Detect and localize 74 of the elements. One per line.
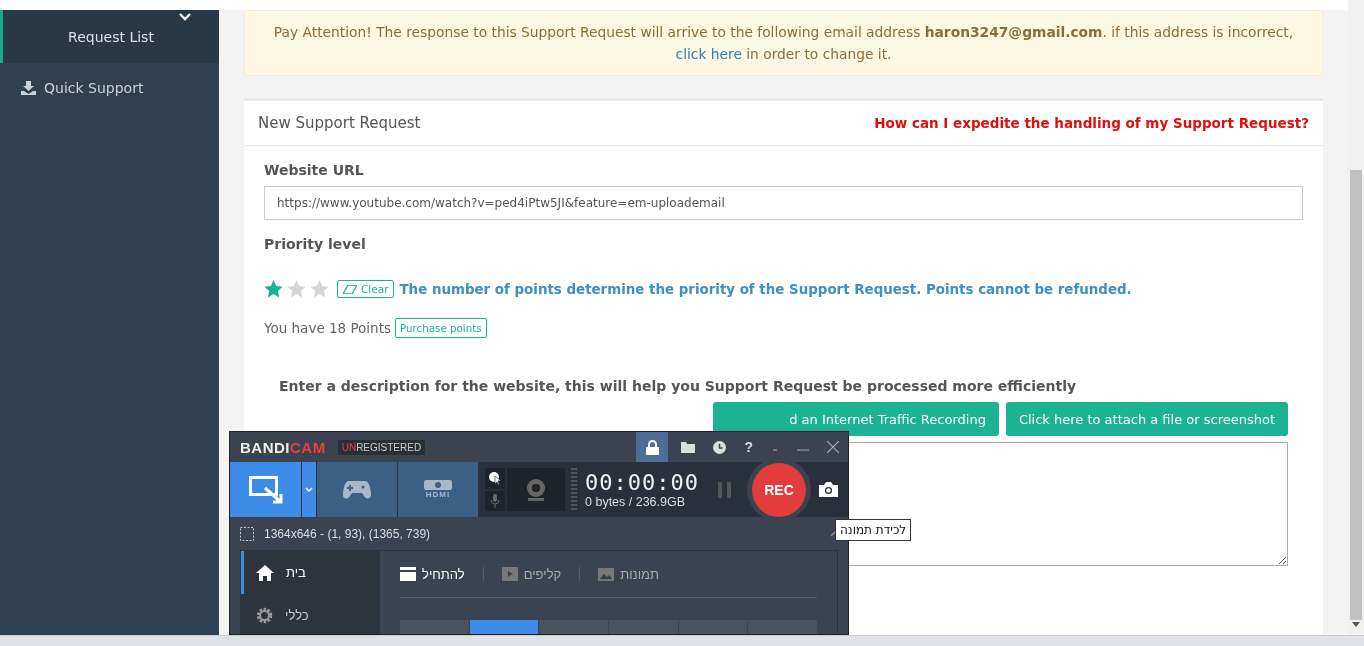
game-mode-button[interactable] — [317, 462, 397, 517]
change-email-link[interactable]: click here — [675, 46, 742, 62]
screen-mode-button[interactable] — [230, 462, 301, 517]
play-icon — [501, 567, 518, 581]
screen-region-icon — [248, 475, 283, 504]
grip-handle[interactable] — [571, 468, 577, 511]
chevron-down-icon — [305, 487, 313, 492]
hdmi-label: HDMI — [425, 490, 451, 499]
download-icon — [21, 81, 36, 95]
description-label: Enter a description for the website, this will help you Support Request be processed more efficiently — [279, 378, 1078, 394]
region-coordinates: 1364x646 - (1, 93), (1365, 739) — [264, 526, 431, 541]
card-title: New Support Request — [258, 114, 421, 132]
nav-item-label: כללי — [285, 608, 309, 623]
star-icon — [264, 280, 283, 298]
field-label: Priority level — [264, 236, 366, 252]
attach-file-button[interactable]: Click here to attach a file or screenshot — [1005, 402, 1288, 436]
pause-icon[interactable] — [717, 481, 733, 498]
tab-label: להתחיל — [422, 566, 465, 582]
region-select-icon — [240, 526, 254, 541]
nav-item[interactable]: כללי — [241, 594, 380, 634]
tab-label: קליפים — [523, 566, 562, 582]
eraser-icon — [343, 284, 357, 294]
scroll-down-icon[interactable] — [1352, 622, 1360, 627]
sidebar-item-label: Quick Support — [44, 80, 144, 96]
tab[interactable]: להתחיל — [400, 566, 465, 582]
lock-icon[interactable] — [636, 432, 669, 462]
mode-tile[interactable] — [609, 620, 678, 634]
record-button[interactable]: REC — [752, 462, 806, 517]
clock-icon[interactable] — [713, 440, 727, 454]
cursor-toggle-icon[interactable] — [485, 468, 505, 489]
scrollbar[interactable] — [1348, 0, 1364, 635]
file-size-info: 0 bytes / 236.9GB — [585, 495, 687, 509]
field-label: Website URL — [264, 162, 364, 178]
star-icon — [310, 280, 329, 298]
app-logo: BANDICAM — [240, 438, 326, 456]
url-input-field[interactable]: https://www.youtube.com/watch?v=ped4iPtw5JI&feature=em-uploademail — [264, 186, 1303, 220]
nav-item-label: בית — [286, 565, 306, 580]
star-rating[interactable] — [264, 280, 329, 298]
hdmi-mode-button[interactable]: HDMI — [398, 462, 478, 517]
tab[interactable]: קליפים — [501, 566, 562, 582]
clapperboard-icon — [400, 567, 416, 581]
help-button[interactable]: ? — [744, 439, 753, 455]
home-icon — [256, 564, 274, 581]
scrollbar-thumb[interactable] — [1350, 170, 1362, 620]
mode-tile[interactable] — [400, 620, 469, 634]
clear-button[interactable]: Clear — [337, 280, 395, 298]
chevron-down-icon — [179, 13, 191, 21]
tooltip: לכידת תמונה — [835, 519, 912, 541]
gamepad-icon — [343, 480, 371, 499]
sidebar-item[interactable]: Request List — [0, 10, 219, 63]
mode-tile[interactable] — [469, 620, 539, 634]
points-balance: You have 18 Points — [264, 320, 391, 336]
mode-tile[interactable] — [748, 620, 818, 634]
image-icon — [598, 567, 615, 581]
purchase-points-button[interactable]: Purchase points — [395, 318, 487, 338]
mode-tile[interactable] — [678, 620, 748, 634]
console-icon — [424, 480, 452, 490]
alert-message: Pay Attention! The response to this Support Request will arrive to the following email address haron3247@gmail.com. if this address is incorrect, click here in order to change it. — [272, 23, 1295, 64]
folder-icon[interactable] — [681, 441, 696, 453]
tab-label: תמונות — [620, 566, 659, 582]
mode-tile[interactable] — [539, 620, 608, 634]
record-traffic-button[interactable]: d an Internet Traffic Recording — [712, 402, 999, 436]
mode-dropdown-button[interactable] — [302, 462, 316, 517]
settings-icon — [256, 607, 273, 624]
help-link[interactable]: How can I expedite the handling of my Support Request? — [874, 115, 1309, 131]
close-icon[interactable] — [827, 441, 839, 453]
webcam-icon — [526, 478, 546, 501]
priority-note: The number of points determine the priority of the Support Request. Points cannot be refunded. — [399, 281, 1132, 297]
sidebar-item[interactable]: Quick Support — [0, 63, 219, 113]
recording-timer: 00:00:00 — [585, 470, 700, 495]
camera-icon[interactable] — [819, 482, 838, 497]
tab[interactable]: תמונות — [598, 566, 659, 582]
star-icon — [287, 280, 306, 298]
unregistered-badge: UNREGISTERED — [337, 439, 426, 455]
